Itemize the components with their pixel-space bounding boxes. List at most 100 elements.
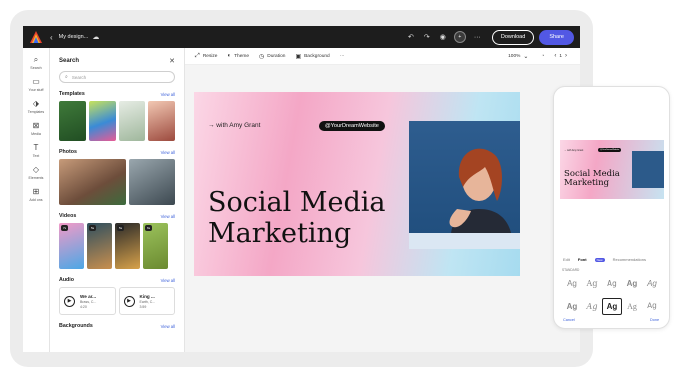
audio-row: ▶ We ar... Brass, C... 4:20 ▶ King ... E… <box>50 287 184 315</box>
portrait-photo[interactable] <box>409 121 520 249</box>
more-options-icon[interactable]: ··· <box>340 54 345 59</box>
phone-mockup: → with Amy Grant @YourDreamWebsite Socia… <box>553 86 670 329</box>
font-style-option[interactable]: Ag <box>602 275 622 292</box>
tab-edit[interactable]: Edit <box>563 257 570 262</box>
template-thumbnail[interactable] <box>59 101 86 141</box>
play-icon[interactable]: ▶ <box>64 295 75 307</box>
font-style-option[interactable]: Ag <box>642 298 662 315</box>
app-logo-icon[interactable] <box>30 31 42 43</box>
videos-row: 7s 5s 5s 6s <box>50 223 184 269</box>
preview-handle-tag: @YourDreamWebsite <box>598 148 622 152</box>
design-title[interactable]: Social Media Marketing <box>208 187 385 249</box>
video-thumbnail[interactable]: 5s <box>87 223 112 269</box>
back-chevron-icon[interactable]: ‹ <box>50 33 53 42</box>
preview-title-line: Marketing <box>564 178 610 188</box>
cancel-button[interactable]: Cancel <box>563 318 575 322</box>
video-thumbnail[interactable]: 7s <box>59 223 84 269</box>
page-navigator[interactable]: ‹ 1 › <box>554 53 570 59</box>
rail-item-label: Text <box>32 154 40 158</box>
video-thumbnail[interactable]: 6s <box>143 223 168 269</box>
tab-recommendations[interactable]: Recommendations <box>613 257 646 262</box>
view-all-link[interactable]: View all <box>161 150 175 155</box>
rail-item-templates[interactable]: ⬗ Templates <box>23 99 49 114</box>
rail-item-elements[interactable]: ◇ Elements <box>23 165 49 180</box>
background-button[interactable]: ▣ Background <box>295 53 329 60</box>
audio-info: We ar... Brass, C... 4:20 <box>80 294 96 309</box>
redo-icon[interactable]: ↷ <box>424 33 430 41</box>
font-sample: Ag <box>586 279 598 288</box>
next-page-icon[interactable]: › <box>565 53 567 59</box>
rail-item-media[interactable]: ⊠ Media <box>23 121 49 136</box>
prev-page-icon[interactable]: ‹ <box>554 53 556 59</box>
cloud-sync-icon: ☁ <box>92 34 100 41</box>
search-input[interactable]: ⌕ Search <box>59 71 175 83</box>
view-all-link[interactable]: View all <box>161 324 175 329</box>
section-title: Backgrounds <box>59 323 93 329</box>
resize-icon: ⤢ <box>195 52 200 59</box>
design-artboard[interactable]: → with Amy Grant @YourDreamWebsite Socia… <box>194 92 520 276</box>
design-subtitle[interactable]: → with Amy Grant <box>208 122 260 129</box>
resize-button[interactable]: ⤢ Resize <box>195 53 217 60</box>
font-style-option[interactable]: Ag <box>642 275 662 292</box>
zoom-value: 100% <box>508 53 521 59</box>
backgrounds-section-header: Backgrounds View all <box>50 323 184 329</box>
audio-artist: Earth, C... <box>139 299 156 304</box>
top-bar: ‹ My design... ☁ ↶ ↷ ◉ + ··· Download Sh… <box>23 26 580 48</box>
font-sample: Ag <box>567 279 577 288</box>
font-style-grid: Ag Ag Ag Ag Ag Ag Ag Ag Ag Ag <box>562 275 666 315</box>
preview-subtitle: → with Amy Grant <box>564 149 584 152</box>
zoom-select[interactable]: 100% ⌄ <box>508 53 531 60</box>
duration-button[interactable]: ◷ Duration <box>259 53 285 60</box>
audio-track[interactable]: ▶ We ar... Brass, C... 4:20 <box>59 287 116 315</box>
lightbulb-icon[interactable]: ◉ <box>440 33 446 41</box>
video-thumbnail[interactable]: 5s <box>115 223 140 269</box>
background-icon: ▣ <box>295 53 302 60</box>
portrait-illustration <box>409 148 520 249</box>
theme-button[interactable]: ◐ Theme <box>227 53 249 59</box>
view-all-link[interactable]: View all <box>161 278 175 283</box>
rail-item-search[interactable]: ⌕ Search <box>23 55 49 70</box>
font-style-option[interactable]: Ag <box>562 298 582 315</box>
play-icon[interactable]: ▶ <box>123 295 135 307</box>
templates-section-header: Templates View all <box>50 91 184 97</box>
left-rail: ⌕ Search ▭ Your stuff ⬗ Templates ⊠ Medi… <box>23 48 50 352</box>
font-sample: Ag <box>606 302 618 311</box>
templates-icon: ⬗ <box>32 99 40 108</box>
close-icon[interactable]: ✕ <box>169 57 175 65</box>
photo-thumbnail[interactable] <box>128 159 175 205</box>
font-style-option[interactable]: Ag <box>582 298 602 315</box>
font-style-option[interactable]: Ag <box>622 275 642 292</box>
view-all-link[interactable]: View all <box>161 92 175 97</box>
font-style-option[interactable]: Ag <box>562 275 582 292</box>
template-thumbnail[interactable] <box>118 101 146 141</box>
rail-item-text[interactable]: T Text <box>23 143 49 158</box>
theme-label: Theme <box>234 53 250 59</box>
font-sample: Ag <box>566 302 578 311</box>
template-thumbnail[interactable] <box>148 101 175 141</box>
rail-item-your-stuff[interactable]: ▭ Your stuff <box>23 77 49 92</box>
tab-font[interactable]: Font <box>578 257 587 262</box>
photo-thumbnail[interactable] <box>59 159 126 205</box>
font-style-option[interactable]: Ag <box>582 275 602 292</box>
document-title[interactable]: My design... <box>59 34 89 40</box>
collaborator-avatar[interactable]: + <box>453 31 466 43</box>
audio-info: King ... Earth, C... 3:59 <box>140 294 156 309</box>
audio-track[interactable]: ▶ King ... Earth, C... 3:59 <box>118 287 175 315</box>
font-style-option-selected[interactable]: Ag <box>602 298 622 315</box>
search-placeholder: Search <box>71 74 87 80</box>
editor-toolbar: ⤢ Resize ◐ Theme ◷ Duration ▣ Background ···… <box>185 48 580 65</box>
download-button[interactable]: Download <box>491 29 535 45</box>
done-button[interactable]: Done <box>650 318 659 322</box>
template-thumbnail[interactable] <box>88 101 116 141</box>
font-style-option[interactable]: Ag <box>622 298 642 315</box>
view-all-link[interactable]: View all <box>161 214 175 219</box>
rail-item-add-ons[interactable]: ⊞ Add ons <box>23 187 49 202</box>
timer-icon[interactable]: ◔ <box>541 54 544 59</box>
undo-icon[interactable]: ↶ <box>408 33 414 41</box>
panel-header: Search ✕ <box>50 48 184 65</box>
more-menu-icon[interactable]: ··· <box>474 34 481 41</box>
share-button[interactable]: Share <box>539 29 574 45</box>
panel-title: Search <box>59 58 80 64</box>
design-handle-tag[interactable]: @YourDreamWebsite <box>319 121 385 131</box>
phone-design-preview[interactable]: → with Amy Grant @YourDreamWebsite Socia… <box>560 140 664 199</box>
